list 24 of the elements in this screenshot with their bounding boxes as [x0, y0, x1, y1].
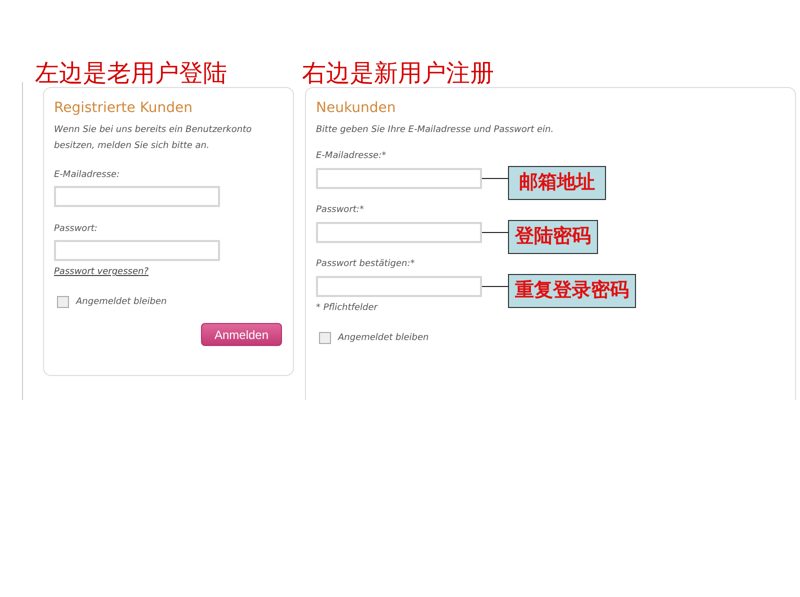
field-label: E-Mailadresse: [54, 169, 120, 182]
input-field[interactable] [316, 276, 482, 296]
checkbox-label: Angemeldet bleiben [338, 333, 429, 343]
intro-text: Bitte geben Sie Ihre E-Mailadresse und Passwort ein. [316, 124, 554, 137]
forgot-password-link[interactable]: Passwort vergessen? [54, 267, 148, 277]
intro-text: Wenn Sie bei uns bereits ein Benutzerkonto besitzen, melden Sie sich bitte an. [54, 124, 253, 153]
field-label: E-Mailadresse:* [316, 150, 386, 163]
input-field[interactable] [54, 240, 220, 261]
login-button[interactable]: Anmelden [201, 323, 282, 346]
input-field[interactable] [54, 186, 220, 207]
callout-label: 邮箱地址 [508, 166, 606, 200]
input-field[interactable] [316, 168, 482, 188]
input-field[interactable] [316, 222, 482, 242]
required-note: * Pflichtfelder [316, 303, 378, 313]
callout-label: 登陆密码 [508, 220, 598, 254]
card-title: Registrierte Kunden [54, 99, 192, 118]
checkbox[interactable] [319, 332, 331, 344]
field-label: Passwort: [54, 223, 98, 236]
checkbox-label: Angemeldet bleiben [76, 297, 167, 307]
checkbox[interactable] [57, 296, 69, 308]
callout-label: 重复登录密码 [508, 274, 636, 308]
field-label: Passwort:* [316, 204, 364, 217]
field-label: Passwort bestätigen:* [316, 258, 415, 271]
card-title: Neukunden [316, 99, 396, 118]
